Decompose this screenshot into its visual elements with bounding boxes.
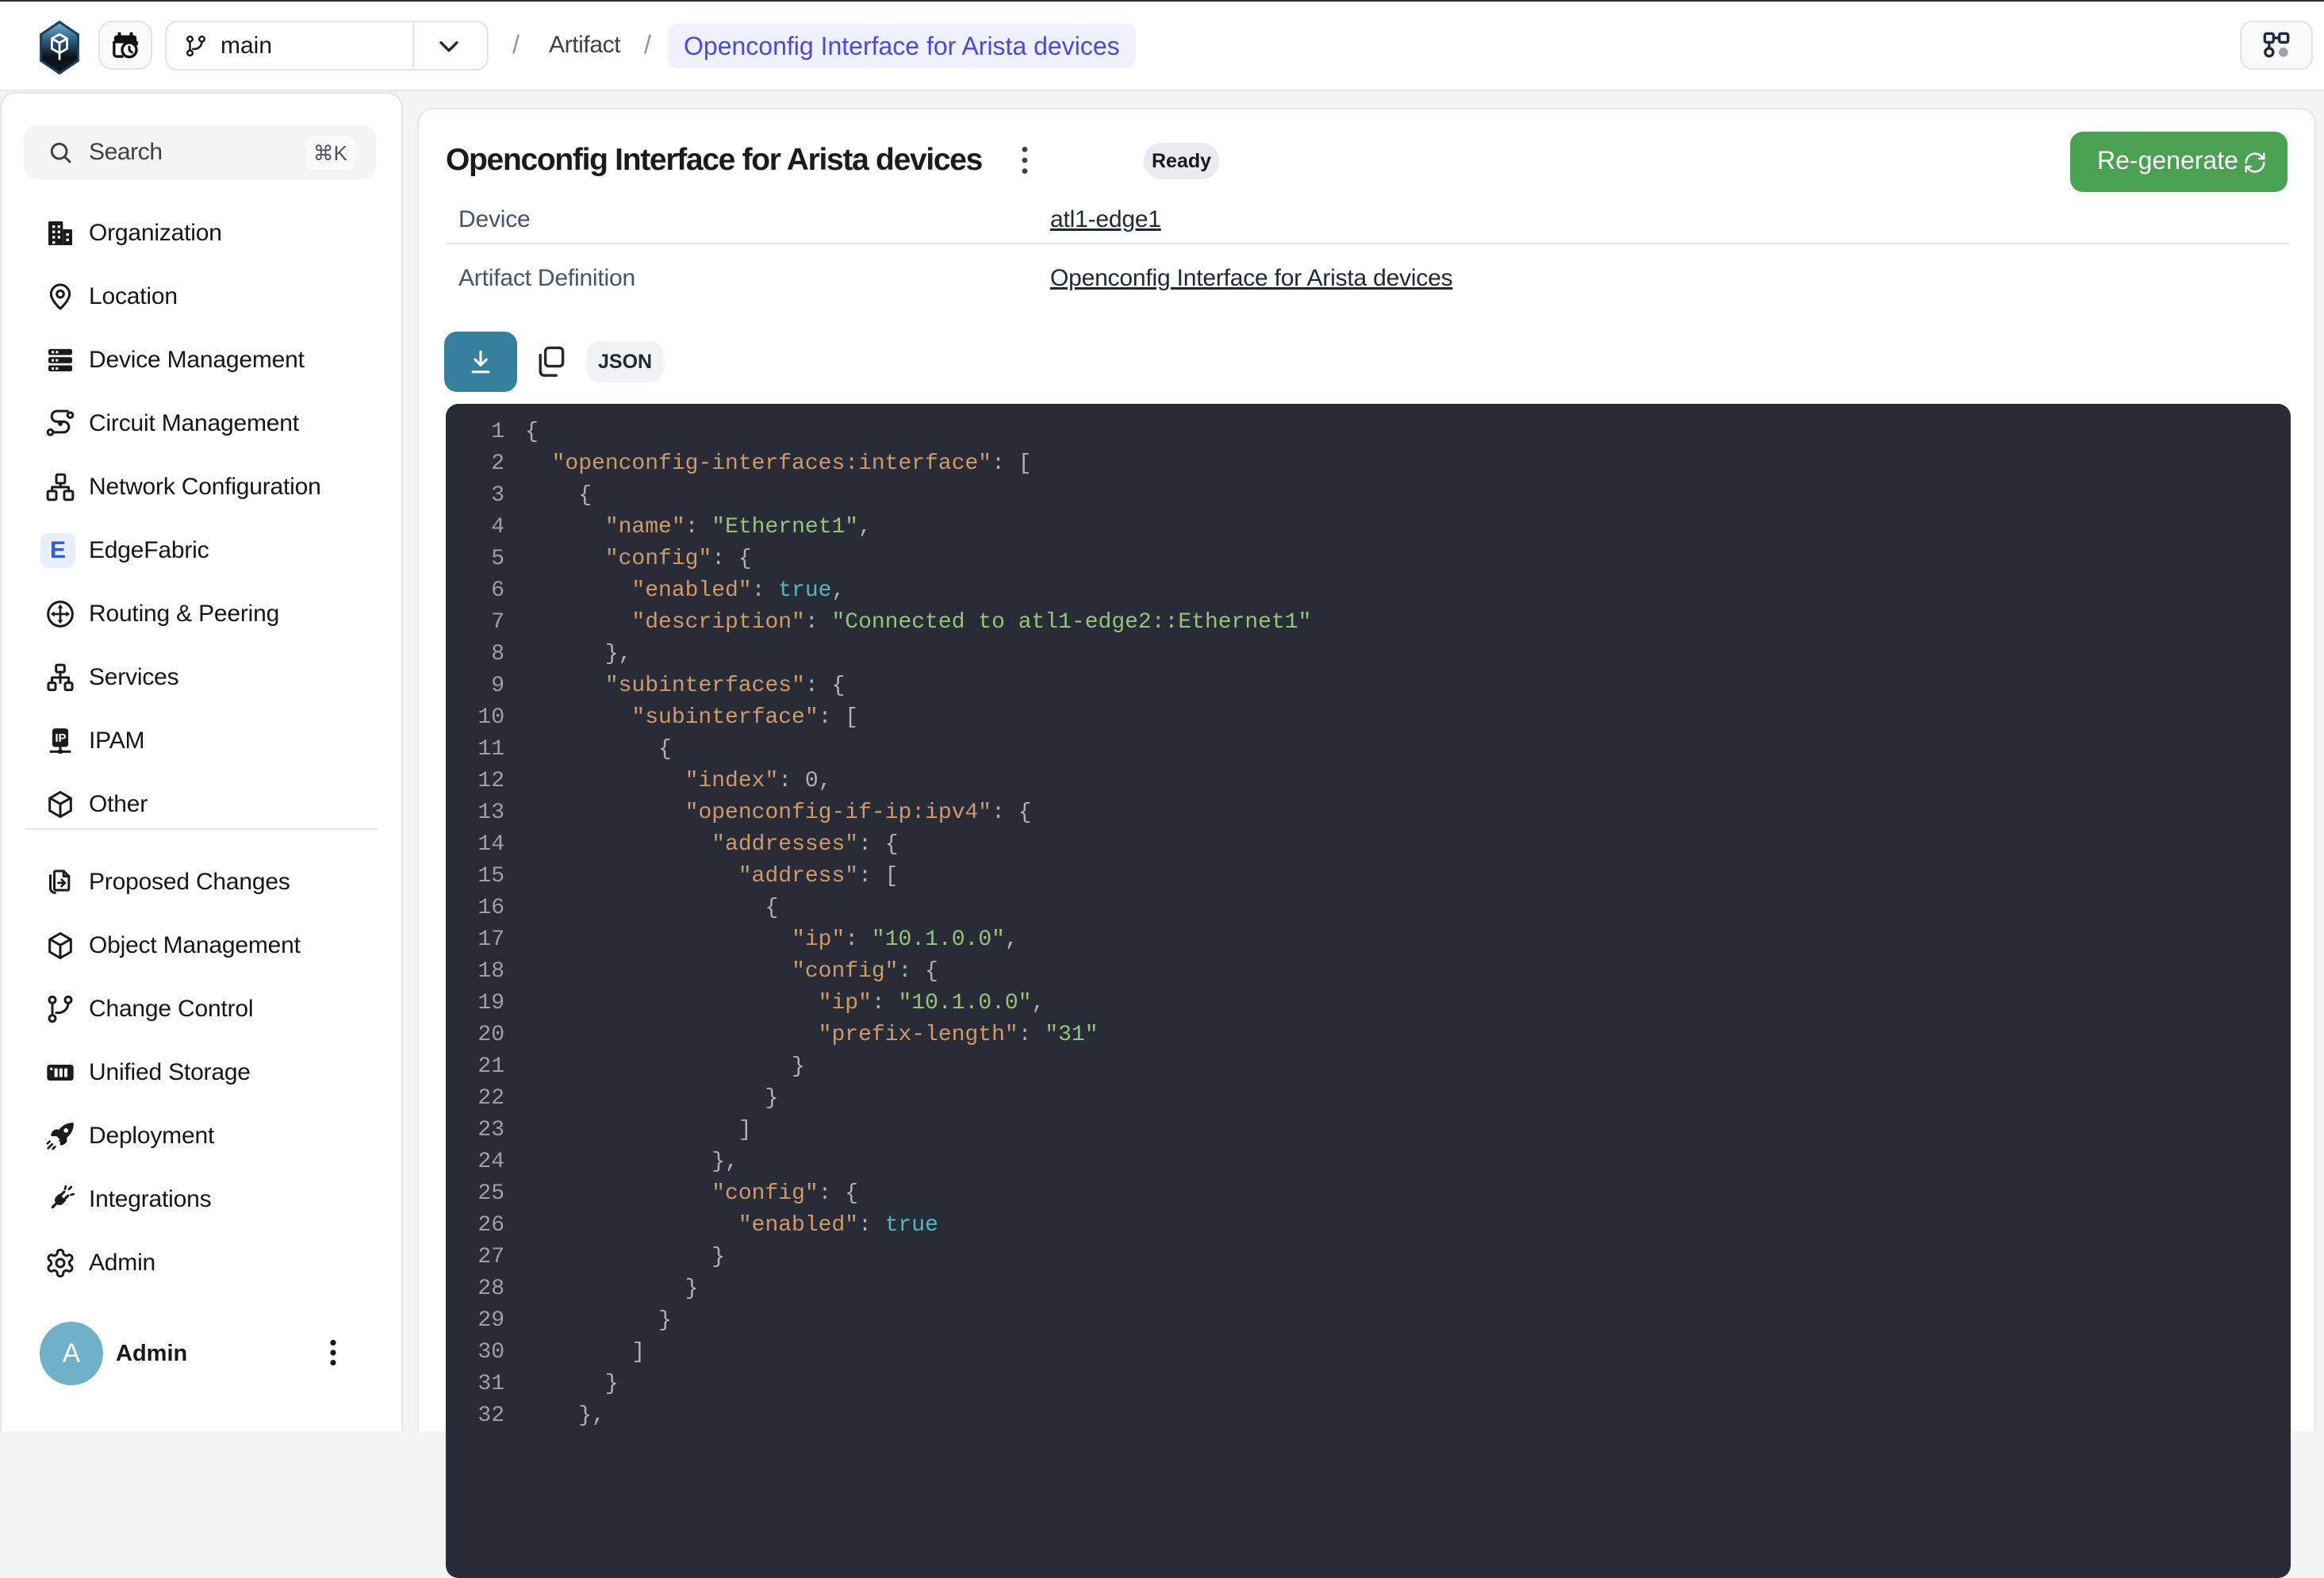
svg-text:IP: IP: [55, 731, 66, 745]
